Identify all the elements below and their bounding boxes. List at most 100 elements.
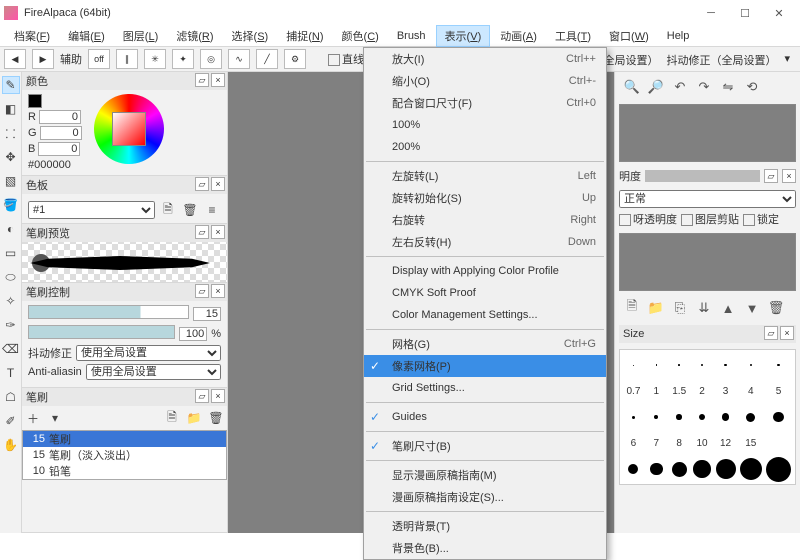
curve-icon[interactable]: ∿ bbox=[228, 49, 250, 69]
brush-tool-icon[interactable]: ✎ bbox=[2, 76, 20, 94]
merge-icon[interactable]: ⇊ bbox=[695, 299, 713, 317]
grid-parallel-icon[interactable]: ∥ bbox=[116, 49, 138, 69]
protect-alpha-check[interactable]: 呀透明度 bbox=[619, 211, 677, 227]
eyedropper-icon[interactable]: ✐ bbox=[2, 412, 20, 430]
menu-item[interactable]: 配合窗口尺寸(F)Ctrl+0 bbox=[364, 92, 606, 114]
size-dot[interactable] bbox=[766, 354, 791, 376]
size-dot[interactable] bbox=[740, 458, 763, 480]
size-dot[interactable] bbox=[716, 458, 736, 480]
select-rect-icon[interactable]: ▭ bbox=[2, 244, 20, 262]
r-input[interactable] bbox=[39, 110, 81, 124]
fgbg-icon[interactable] bbox=[28, 94, 42, 108]
b-input[interactable] bbox=[38, 142, 80, 156]
size-dot[interactable] bbox=[766, 458, 791, 480]
menu-item[interactable]: 旋转初始化(S)Up bbox=[364, 187, 606, 209]
new-layer-icon[interactable]: 🗎 bbox=[623, 299, 641, 317]
folder-icon[interactable]: 📁 bbox=[185, 409, 203, 427]
brush-row[interactable]: 15笔刷 bbox=[23, 431, 226, 447]
size-dot[interactable] bbox=[766, 406, 791, 428]
menu-8[interactable]: 表示(V) bbox=[436, 25, 491, 47]
size-dot[interactable] bbox=[716, 354, 736, 376]
menu-item[interactable]: 透明背景(T) bbox=[364, 515, 606, 537]
panel-close-icon[interactable]: × bbox=[780, 326, 794, 340]
bucket-tool-icon[interactable]: 🪣 bbox=[2, 196, 20, 214]
zoom-in-icon[interactable]: 🔍 bbox=[623, 78, 641, 96]
menu-item[interactable]: 背景色(B)... bbox=[364, 537, 606, 559]
select-erase-icon[interactable]: ⌫ bbox=[2, 340, 20, 358]
panel-close-icon[interactable]: × bbox=[211, 225, 225, 239]
panel-float-icon[interactable]: ▱ bbox=[764, 326, 778, 340]
brush-row[interactable]: 10铅笔 bbox=[23, 463, 226, 479]
hand-tool-icon[interactable]: ✋ bbox=[2, 436, 20, 454]
grid-cross-icon[interactable]: ✳ bbox=[144, 49, 166, 69]
shape-tool-icon[interactable]: ☖ bbox=[2, 388, 20, 406]
size-input[interactable] bbox=[193, 307, 221, 321]
menu-item[interactable]: Grid Settings... bbox=[364, 377, 606, 399]
opacity-input[interactable] bbox=[179, 327, 207, 341]
menu-item[interactable]: 左右反转(H)Down bbox=[364, 231, 606, 253]
menu-item[interactable]: ✓Guides bbox=[364, 406, 606, 428]
panel-float-icon[interactable]: ▱ bbox=[195, 284, 209, 298]
panel-float-icon[interactable]: ▱ bbox=[195, 225, 209, 239]
size-dot[interactable] bbox=[716, 406, 736, 428]
eraser-tool-icon[interactable]: ◧ bbox=[2, 100, 20, 118]
menu-item[interactable]: 200% bbox=[364, 136, 606, 158]
menu-12[interactable]: Help bbox=[659, 28, 698, 44]
brush-more-icon[interactable]: ▾ bbox=[46, 409, 64, 427]
vanishing-icon[interactable]: ✦ bbox=[172, 49, 194, 69]
navigator-preview[interactable] bbox=[619, 104, 796, 162]
menu-item[interactable]: 网格(G)Ctrl+G bbox=[364, 333, 606, 355]
size-dot[interactable] bbox=[624, 354, 643, 376]
close-button[interactable]: ✕ bbox=[762, 3, 796, 23]
folder-icon[interactable]: 📁 bbox=[647, 299, 665, 317]
trash-icon[interactable]: 🗑 bbox=[207, 409, 225, 427]
menu-1[interactable]: 编辑(E) bbox=[60, 26, 113, 46]
menu-item[interactable]: ✓像素网格(P) bbox=[364, 355, 606, 377]
text-tool-icon[interactable]: T bbox=[2, 364, 20, 382]
reset-view-icon[interactable]: ⟲ bbox=[743, 78, 761, 96]
zoom-out-icon[interactable]: 🔎 bbox=[647, 78, 665, 96]
size-dot[interactable] bbox=[740, 354, 763, 376]
more-icon[interactable]: ≡ bbox=[203, 201, 221, 219]
brush-list[interactable]: 15笔刷15笔刷（淡入淡出）10铅笔 bbox=[22, 430, 227, 480]
concentric-icon[interactable]: ◎ bbox=[200, 49, 222, 69]
menu-9[interactable]: 动画(A) bbox=[492, 26, 545, 46]
size-slider[interactable] bbox=[28, 305, 189, 319]
up-icon[interactable]: ▲ bbox=[719, 299, 737, 317]
aa-select[interactable]: 使用全局设置 bbox=[86, 364, 221, 380]
move-tool-icon[interactable]: ✥ bbox=[2, 148, 20, 166]
menu-4[interactable]: 选择(S) bbox=[224, 26, 277, 46]
dup-brush-icon[interactable]: 🗎 bbox=[163, 409, 181, 427]
layer-thumbnail[interactable] bbox=[619, 233, 796, 291]
back-button[interactable]: ◀ bbox=[4, 49, 26, 69]
panel-float-icon[interactable]: ▱ bbox=[195, 177, 209, 191]
menu-6[interactable]: 颜色(C) bbox=[334, 26, 387, 46]
antishake-select[interactable]: 使用全局设置 bbox=[76, 345, 221, 361]
panel-close-icon[interactable]: × bbox=[211, 389, 225, 403]
menu-2[interactable]: 图层(L) bbox=[115, 26, 166, 46]
forward-button[interactable]: ▶ bbox=[32, 49, 54, 69]
maximize-button[interactable]: ☐ bbox=[728, 3, 762, 23]
trash-icon[interactable]: 🗑 bbox=[767, 299, 785, 317]
clip-layer-check[interactable]: 图层剪贴 bbox=[681, 211, 739, 227]
minimize-button[interactable]: ─ bbox=[694, 3, 728, 23]
add-brush-icon[interactable]: ＋ bbox=[24, 409, 42, 427]
brush-row[interactable]: 15笔刷（淡入淡出） bbox=[23, 447, 226, 463]
size-dot[interactable] bbox=[647, 406, 666, 428]
size-dot[interactable] bbox=[693, 458, 712, 480]
dup-layer-icon[interactable]: ⎘ bbox=[671, 299, 689, 317]
menu-item[interactable]: 缩小(O)Ctrl+- bbox=[364, 70, 606, 92]
magic-wand-icon[interactable]: ✧ bbox=[2, 292, 20, 310]
assist-off-button[interactable]: off bbox=[88, 49, 110, 69]
panel-float-icon[interactable]: ▱ bbox=[195, 389, 209, 403]
menu-item[interactable]: 左旋转(L)Left bbox=[364, 165, 606, 187]
menu-7[interactable]: Brush bbox=[389, 28, 434, 44]
menu-5[interactable]: 捕捉(N) bbox=[278, 26, 331, 46]
panel-float-icon[interactable]: ▱ bbox=[195, 73, 209, 87]
blend-mode-select[interactable]: 正常 bbox=[619, 190, 796, 208]
panel-float-icon[interactable]: ▱ bbox=[764, 169, 778, 183]
menu-item[interactable]: ✓笔刷尺寸(B) bbox=[364, 435, 606, 457]
menu-item[interactable]: 右旋转Right bbox=[364, 209, 606, 231]
opacity-slider[interactable] bbox=[28, 325, 175, 339]
panel-close-icon[interactable]: × bbox=[211, 284, 225, 298]
